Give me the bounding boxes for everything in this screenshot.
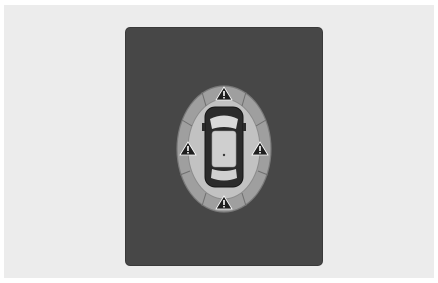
vehicle-roof — [211, 130, 237, 168]
parking-sensor-diagram — [176, 85, 272, 213]
right-mirror — [243, 123, 246, 131]
page — [0, 0, 438, 283]
vehicle-center-marker — [222, 153, 226, 157]
parking-assist-screen — [126, 28, 322, 265]
left-mirror — [202, 123, 205, 131]
vehicle-windshield — [210, 115, 238, 129]
vehicle-top-view — [202, 106, 246, 188]
